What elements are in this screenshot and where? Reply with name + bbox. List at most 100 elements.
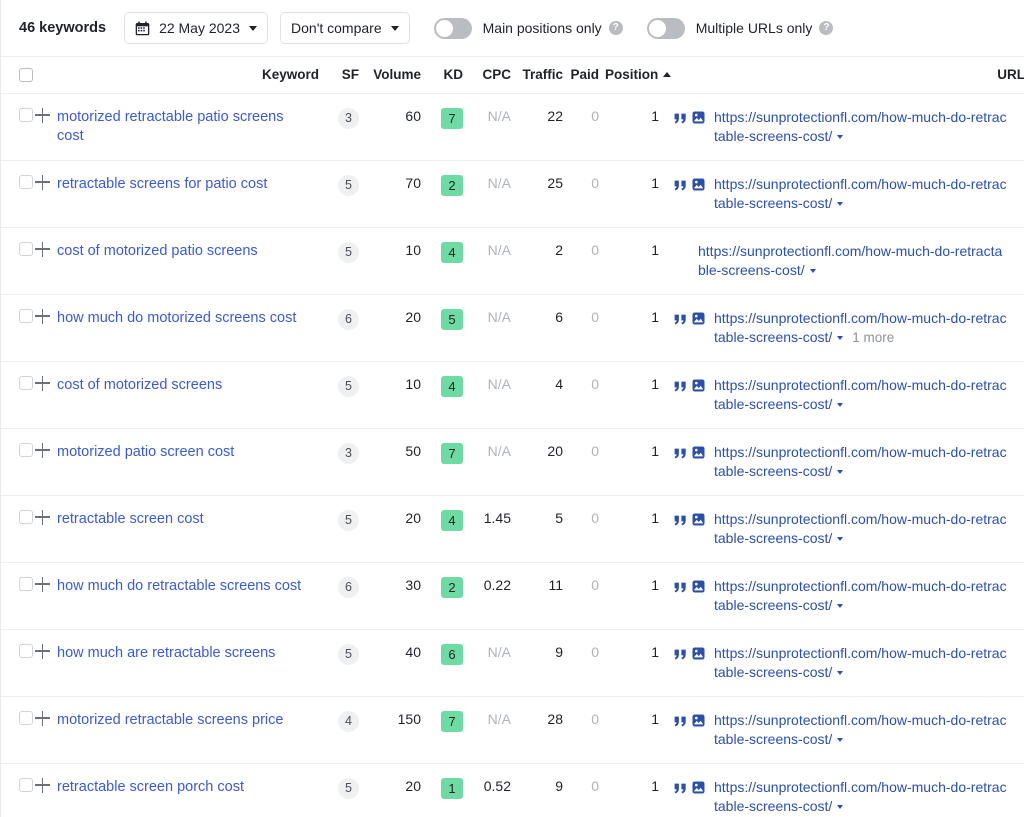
- row-expand-cell: [35, 361, 57, 428]
- row-expand-cell: [35, 696, 57, 763]
- chevron-down-icon[interactable]: [837, 671, 843, 675]
- url-link[interactable]: https://sunprotectionfl.com/how-much-do-…: [714, 645, 1007, 680]
- image-pack-icon: [692, 312, 705, 328]
- url-link[interactable]: https://sunprotectionfl.com/how-much-do-…: [714, 511, 1007, 546]
- row-checkbox[interactable]: [19, 778, 33, 792]
- column-header-kd[interactable]: KD: [427, 57, 469, 93]
- row-select-cell: [1, 495, 35, 562]
- keyword-cell: motorized patio screen cost: [57, 428, 319, 495]
- chevron-down-icon[interactable]: [837, 738, 843, 742]
- row-expand-cell: [35, 428, 57, 495]
- chevron-down-icon[interactable]: [810, 269, 816, 273]
- column-header-cpc[interactable]: CPC: [469, 57, 517, 93]
- serp-feature-icons: [671, 577, 714, 596]
- column-header-paid[interactable]: Paid: [569, 57, 605, 93]
- kd-badge: 4: [441, 510, 463, 531]
- chevron-down-icon[interactable]: [837, 202, 843, 206]
- featured-snippet-icon: [674, 513, 687, 529]
- row-checkbox[interactable]: [19, 376, 33, 390]
- row-checkbox[interactable]: [19, 108, 33, 122]
- keyword-link[interactable]: cost of motorized patio screens: [57, 242, 319, 261]
- row-checkbox[interactable]: [19, 711, 33, 725]
- row-checkbox[interactable]: [19, 443, 33, 457]
- row-checkbox[interactable]: [19, 577, 33, 591]
- sf-badge: 3: [338, 108, 359, 129]
- keyword-cell: how much do motorized screens cost: [57, 294, 319, 361]
- add-keyword-icon[interactable]: [35, 242, 50, 257]
- chevron-down-icon[interactable]: [837, 470, 843, 474]
- url-text-wrapper: https://sunprotectionfl.com/how-much-do-…: [714, 175, 1009, 213]
- sf-badge: 6: [338, 309, 359, 330]
- add-keyword-icon[interactable]: [35, 711, 50, 726]
- row-checkbox[interactable]: [19, 644, 33, 658]
- more-urls-link[interactable]: 1 more: [852, 330, 894, 345]
- row-checkbox[interactable]: [19, 510, 33, 524]
- url-cell: https://sunprotectionfl.com/how-much-do-…: [671, 562, 1024, 629]
- chevron-down-icon[interactable]: [837, 805, 843, 809]
- chevron-down-icon[interactable]: [837, 135, 843, 139]
- row-checkbox[interactable]: [19, 242, 33, 256]
- url-link[interactable]: https://sunprotectionfl.com/how-much-do-…: [714, 444, 1007, 479]
- url-link[interactable]: https://sunprotectionfl.com/how-much-do-…: [698, 243, 1002, 278]
- kd-cell: 7: [427, 696, 469, 763]
- keyword-link[interactable]: retractable screens for patio cost: [57, 175, 319, 194]
- add-keyword-icon[interactable]: [35, 778, 50, 793]
- chevron-down-icon[interactable]: [837, 336, 843, 340]
- keyword-link[interactable]: motorized retractable patio screens cost: [57, 108, 319, 146]
- url-link[interactable]: https://sunprotectionfl.com/how-much-do-…: [714, 779, 1007, 814]
- add-keyword-icon[interactable]: [35, 443, 50, 458]
- sf-cell: 3: [319, 93, 365, 160]
- select-all-checkbox[interactable]: [19, 68, 33, 82]
- column-header-url[interactable]: URL: [671, 57, 1024, 93]
- compare-dropdown[interactable]: Don't compare: [280, 12, 410, 44]
- url-link[interactable]: https://sunprotectionfl.com/how-much-do-…: [714, 578, 1007, 613]
- row-checkbox[interactable]: [19, 309, 33, 323]
- chevron-down-icon[interactable]: [837, 604, 843, 608]
- row-expand-cell: [35, 763, 57, 817]
- multiple-urls-toggle-group: Multiple URLs only ?: [647, 18, 834, 39]
- url-link[interactable]: https://sunprotectionfl.com/how-much-do-…: [714, 176, 1007, 211]
- keyword-link[interactable]: motorized patio screen cost: [57, 443, 319, 462]
- keyword-link[interactable]: how much are retractable screens: [57, 644, 319, 663]
- help-icon[interactable]: ?: [609, 21, 623, 35]
- sf-badge: 5: [338, 510, 359, 531]
- row-checkbox[interactable]: [19, 175, 33, 189]
- column-header-traffic[interactable]: Traffic: [517, 57, 569, 93]
- keyword-link[interactable]: retractable screen cost: [57, 510, 319, 529]
- url-link[interactable]: https://sunprotectionfl.com/how-much-do-…: [714, 377, 1007, 412]
- position-cell: 1: [605, 294, 671, 361]
- url-link[interactable]: https://sunprotectionfl.com/how-much-do-…: [714, 109, 1007, 144]
- chevron-down-icon[interactable]: [837, 403, 843, 407]
- url-text-wrapper: https://sunprotectionfl.com/how-much-do-…: [714, 443, 1009, 481]
- add-keyword-icon[interactable]: [35, 577, 50, 592]
- multiple-urls-only-toggle[interactable]: [647, 18, 685, 39]
- image-pack-icon: [692, 647, 705, 663]
- add-keyword-icon[interactable]: [35, 644, 50, 659]
- keyword-link[interactable]: cost of motorized screens: [57, 376, 319, 395]
- column-header-keyword[interactable]: Keyword: [57, 57, 319, 93]
- date-picker-button[interactable]: 22 May 2023: [124, 12, 268, 44]
- traffic-cell: 25: [517, 160, 569, 227]
- keyword-link[interactable]: motorized retractable screens price: [57, 711, 319, 730]
- add-keyword-icon[interactable]: [35, 510, 50, 525]
- chevron-down-icon[interactable]: [837, 537, 843, 541]
- keyword-link[interactable]: retractable screen porch cost: [57, 778, 319, 797]
- add-keyword-icon[interactable]: [35, 108, 50, 123]
- column-header-sf[interactable]: SF: [319, 57, 365, 93]
- sf-cell: 6: [319, 294, 365, 361]
- column-header-volume[interactable]: Volume: [365, 57, 427, 93]
- url-text-wrapper: https://sunprotectionfl.com/how-much-do-…: [714, 376, 1009, 414]
- help-icon[interactable]: ?: [819, 21, 833, 35]
- table-row: how much do motorized screens cost6205N/…: [1, 294, 1024, 361]
- cpc-cell: N/A: [469, 227, 517, 294]
- compare-dropdown-value: Don't compare: [291, 20, 382, 36]
- keyword-link[interactable]: how much do retractable screens cost: [57, 577, 319, 596]
- keyword-link[interactable]: how much do motorized screens cost: [57, 309, 319, 328]
- row-select-cell: [1, 160, 35, 227]
- column-header-position[interactable]: Position: [605, 57, 671, 93]
- add-keyword-icon[interactable]: [35, 175, 50, 190]
- add-keyword-icon[interactable]: [35, 376, 50, 391]
- main-positions-only-toggle[interactable]: [434, 18, 472, 39]
- add-keyword-icon[interactable]: [35, 309, 50, 324]
- url-link[interactable]: https://sunprotectionfl.com/how-much-do-…: [714, 712, 1007, 747]
